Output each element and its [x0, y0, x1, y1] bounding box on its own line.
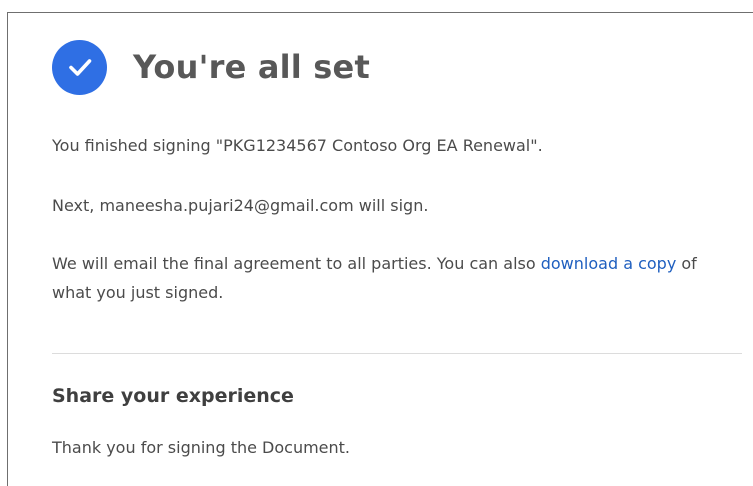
signed-message: You finished signing "PKG1234567 Contoso… [52, 136, 543, 155]
email-notice-text-line2: what you just signed. [52, 283, 224, 302]
share-experience-heading: Share your experience [52, 385, 294, 407]
check-circle-icon [52, 39, 107, 95]
page-title: You're all set [133, 48, 370, 86]
completion-header: You're all set [52, 39, 370, 95]
download-copy-link[interactable]: download a copy [541, 254, 677, 273]
email-notice-text-end: of [676, 254, 697, 273]
email-notice-text: We will email the final agreement to all… [52, 254, 541, 273]
checkmark-icon [68, 59, 91, 76]
thank-you-message: Thank you for signing the Document. [52, 438, 351, 457]
next-signer-message: Next, maneesha.pujari24@gmail.com will s… [52, 196, 429, 215]
signing-complete-panel: You're all set You finished signing "PKG… [7, 12, 753, 486]
section-divider [52, 353, 742, 354]
email-notice: We will email the final agreement to all… [52, 249, 697, 307]
